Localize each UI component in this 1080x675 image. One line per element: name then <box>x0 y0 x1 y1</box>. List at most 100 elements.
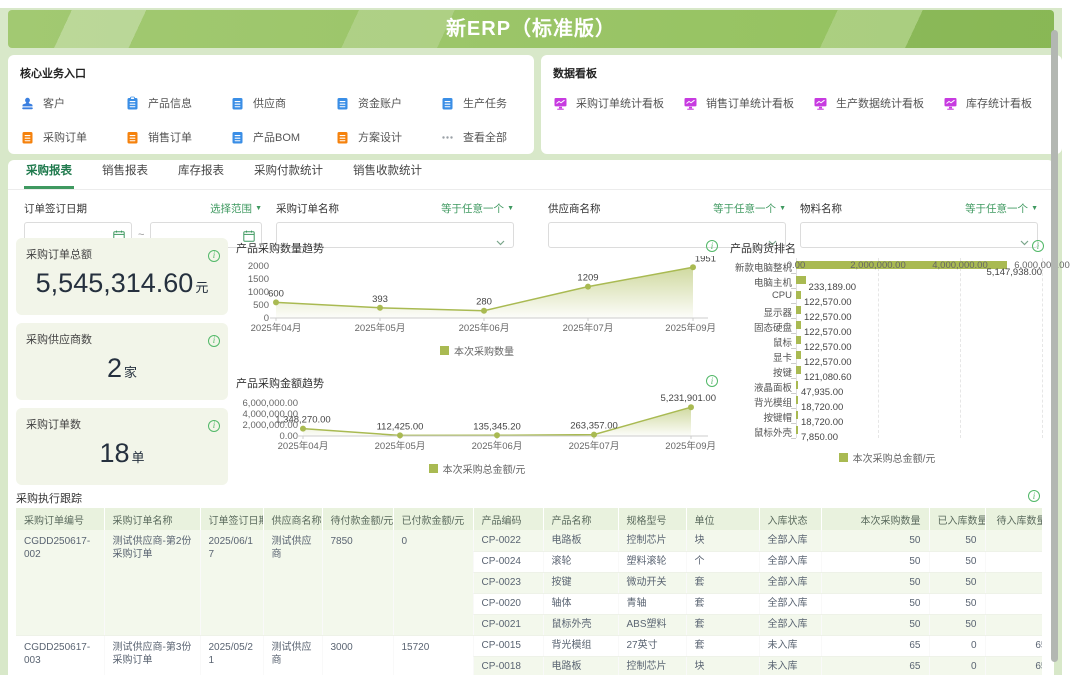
column-header: 已付款金额/元 <box>393 508 473 530</box>
product-cell: CP-0022 <box>473 530 543 551</box>
product-cell: 塑料滚轮 <box>618 551 686 572</box>
chart-legend: 本次采购数量 <box>236 343 718 358</box>
dashboard-item-label: 生产数据统计看板 <box>836 95 924 111</box>
svg-text:263,357.00: 263,357.00 <box>570 421 618 432</box>
entry-item-label: 供应商 <box>253 95 286 111</box>
column-header: 产品编码 <box>473 508 543 530</box>
product-cell: 50 <box>821 593 929 614</box>
bar-value-label: 122,570.00 <box>804 342 852 353</box>
product-cell: 控制芯片 <box>618 530 686 551</box>
product-cell: 65 <box>985 656 1042 675</box>
entry-item-purchase-order[interactable]: 采购订单 <box>20 129 87 145</box>
chart-info-icon[interactable]: i <box>1032 240 1044 252</box>
bar-value-label: 18,720.00 <box>801 402 843 413</box>
entry-item-supplier[interactable]: 供应商 <box>230 95 286 111</box>
filter-operator-dropdown[interactable]: 选择范围▼ <box>210 201 262 216</box>
svg-text:2025年05月: 2025年05月 <box>375 440 426 452</box>
order-cell: 测试供应商 <box>263 530 322 635</box>
document-icon <box>125 130 140 145</box>
bar <box>796 291 801 299</box>
table-row[interactable]: CGDD250617-002测试供应商-第2份采购订单2025/06/17测试供… <box>16 530 1042 551</box>
product-cell: 全部入库 <box>759 593 821 614</box>
product-cell: 0 <box>929 635 985 656</box>
bar <box>796 426 798 434</box>
bar-category-label: 电脑主机 <box>730 275 792 289</box>
chart-legend: 本次采购总金额/元 <box>730 450 1044 465</box>
product-cell: 电路板 <box>543 656 618 675</box>
data-boards-title: 数据看板 <box>541 55 1062 81</box>
legend-swatch <box>839 453 848 462</box>
tab-inventory-report[interactable]: 库存报表 <box>176 162 226 189</box>
dashboard-item-purchase-order-board[interactable]: 采购订单统计看板 <box>553 95 664 111</box>
entry-item-sales-order[interactable]: 销售订单 <box>125 129 192 145</box>
ellipsis-icon <box>440 130 455 145</box>
vertical-scrollbar[interactable] <box>1051 30 1058 662</box>
order-cell: 2025/05/21 <box>200 635 263 675</box>
axis-tick <box>791 303 796 304</box>
bar <box>796 321 801 329</box>
product-cell: 50 <box>929 551 985 572</box>
caret-down-icon: ▼ <box>507 205 514 212</box>
svg-text:2025年06月: 2025年06月 <box>459 322 510 334</box>
tab-sales-report[interactable]: 销售报表 <box>100 162 150 189</box>
tab-purchase-payment[interactable]: 采购付款统计 <box>252 162 325 189</box>
x-axis-tick-label: 6,000,000.00 <box>1014 260 1069 271</box>
kpi-info-icon[interactable]: i <box>208 420 220 432</box>
filter-operator-dropdown[interactable]: 等于任意一个▼ <box>965 201 1038 216</box>
product-cell: CP-0023 <box>473 572 543 593</box>
document-icon <box>335 130 350 145</box>
product-cell: 电路板 <box>543 530 618 551</box>
filter-label: 采购订单名称 <box>276 201 339 216</box>
chart-info-icon[interactable]: i <box>706 240 718 252</box>
svg-text:6,000,000.00: 6,000,000.00 <box>243 398 298 409</box>
product-cell: 套 <box>686 614 759 635</box>
entry-item-label: 采购订单 <box>43 129 87 145</box>
bar-category-label: 显示器 <box>730 305 792 319</box>
column-header: 单位 <box>686 508 759 530</box>
filter-operator-label: 等于任意一个 <box>965 201 1028 216</box>
filter-label: 物料名称 <box>800 201 842 216</box>
entry-item-customer[interactable]: 客户 <box>20 95 65 111</box>
dashboard-item-sales-order-board[interactable]: 销售订单统计看板 <box>683 95 794 111</box>
entry-item-product-info[interactable]: 产品信息 <box>125 95 192 111</box>
bar-category-label: 显卡 <box>730 350 792 364</box>
filter-operator-dropdown[interactable]: 等于任意一个▼ <box>713 201 786 216</box>
kpi-info-icon[interactable]: i <box>208 250 220 262</box>
tab-purchase-report[interactable]: 采购报表 <box>24 162 74 189</box>
axis-tick <box>791 438 796 439</box>
product-cell: 未入库 <box>759 656 821 675</box>
product-cell: 套 <box>686 593 759 614</box>
bar-value-label: 122,570.00 <box>804 312 852 323</box>
entry-item-fund-account[interactable]: 资金账户 <box>335 95 402 111</box>
bar-category-label: CPU <box>730 290 792 301</box>
svg-text:1000: 1000 <box>248 287 269 298</box>
app-title: 新ERP（标准版） <box>8 10 1054 48</box>
svg-text:2025年09月: 2025年09月 <box>665 440 716 452</box>
entry-item-production-task[interactable]: 生产任务 <box>440 95 507 111</box>
chart-info-icon[interactable]: i <box>706 375 718 387</box>
bar-value-label: 7,850.00 <box>801 432 838 443</box>
entry-item-scheme-design[interactable]: 方案设计 <box>335 129 402 145</box>
kpi-info-icon[interactable]: i <box>208 335 220 347</box>
core-business-title: 核心业务入口 <box>8 55 534 81</box>
bar <box>796 336 801 344</box>
kpi-card-purchase-order-count: 采购订单数i18单 <box>16 408 228 485</box>
table-row[interactable]: CGDD250617-003测试供应商-第3份采购订单2025/05/21测试供… <box>16 635 1042 656</box>
bar-category-label: 按键 <box>730 365 792 379</box>
svg-text:1951: 1951 <box>695 256 716 264</box>
dashboard-item-production-board[interactable]: 生产数据统计看板 <box>813 95 924 111</box>
filter-operator-dropdown[interactable]: 等于任意一个▼ <box>441 201 514 216</box>
axis-tick <box>791 408 796 409</box>
svg-text:1,348,270.00: 1,348,270.00 <box>275 415 330 426</box>
bar <box>796 306 801 314</box>
order-cell: CGDD250617-002 <box>16 530 104 635</box>
table-info-icon[interactable]: i <box>1028 490 1040 502</box>
bar-value-label: 47,935.00 <box>801 387 843 398</box>
entry-item-product-bom[interactable]: 产品BOM <box>230 129 300 145</box>
bar <box>796 366 801 374</box>
dashboard-item-inventory-board[interactable]: 库存统计看板 <box>943 95 1032 111</box>
caret-down-icon: ▼ <box>255 205 262 212</box>
tab-sales-receipt[interactable]: 销售收款统计 <box>351 162 424 189</box>
entry-item-view-all[interactable]: 查看全部 <box>440 129 507 145</box>
report-panel: 采购报表销售报表库存报表采购付款统计销售收款统计 订单签订日期选择范围▼~采购订… <box>8 160 1054 675</box>
